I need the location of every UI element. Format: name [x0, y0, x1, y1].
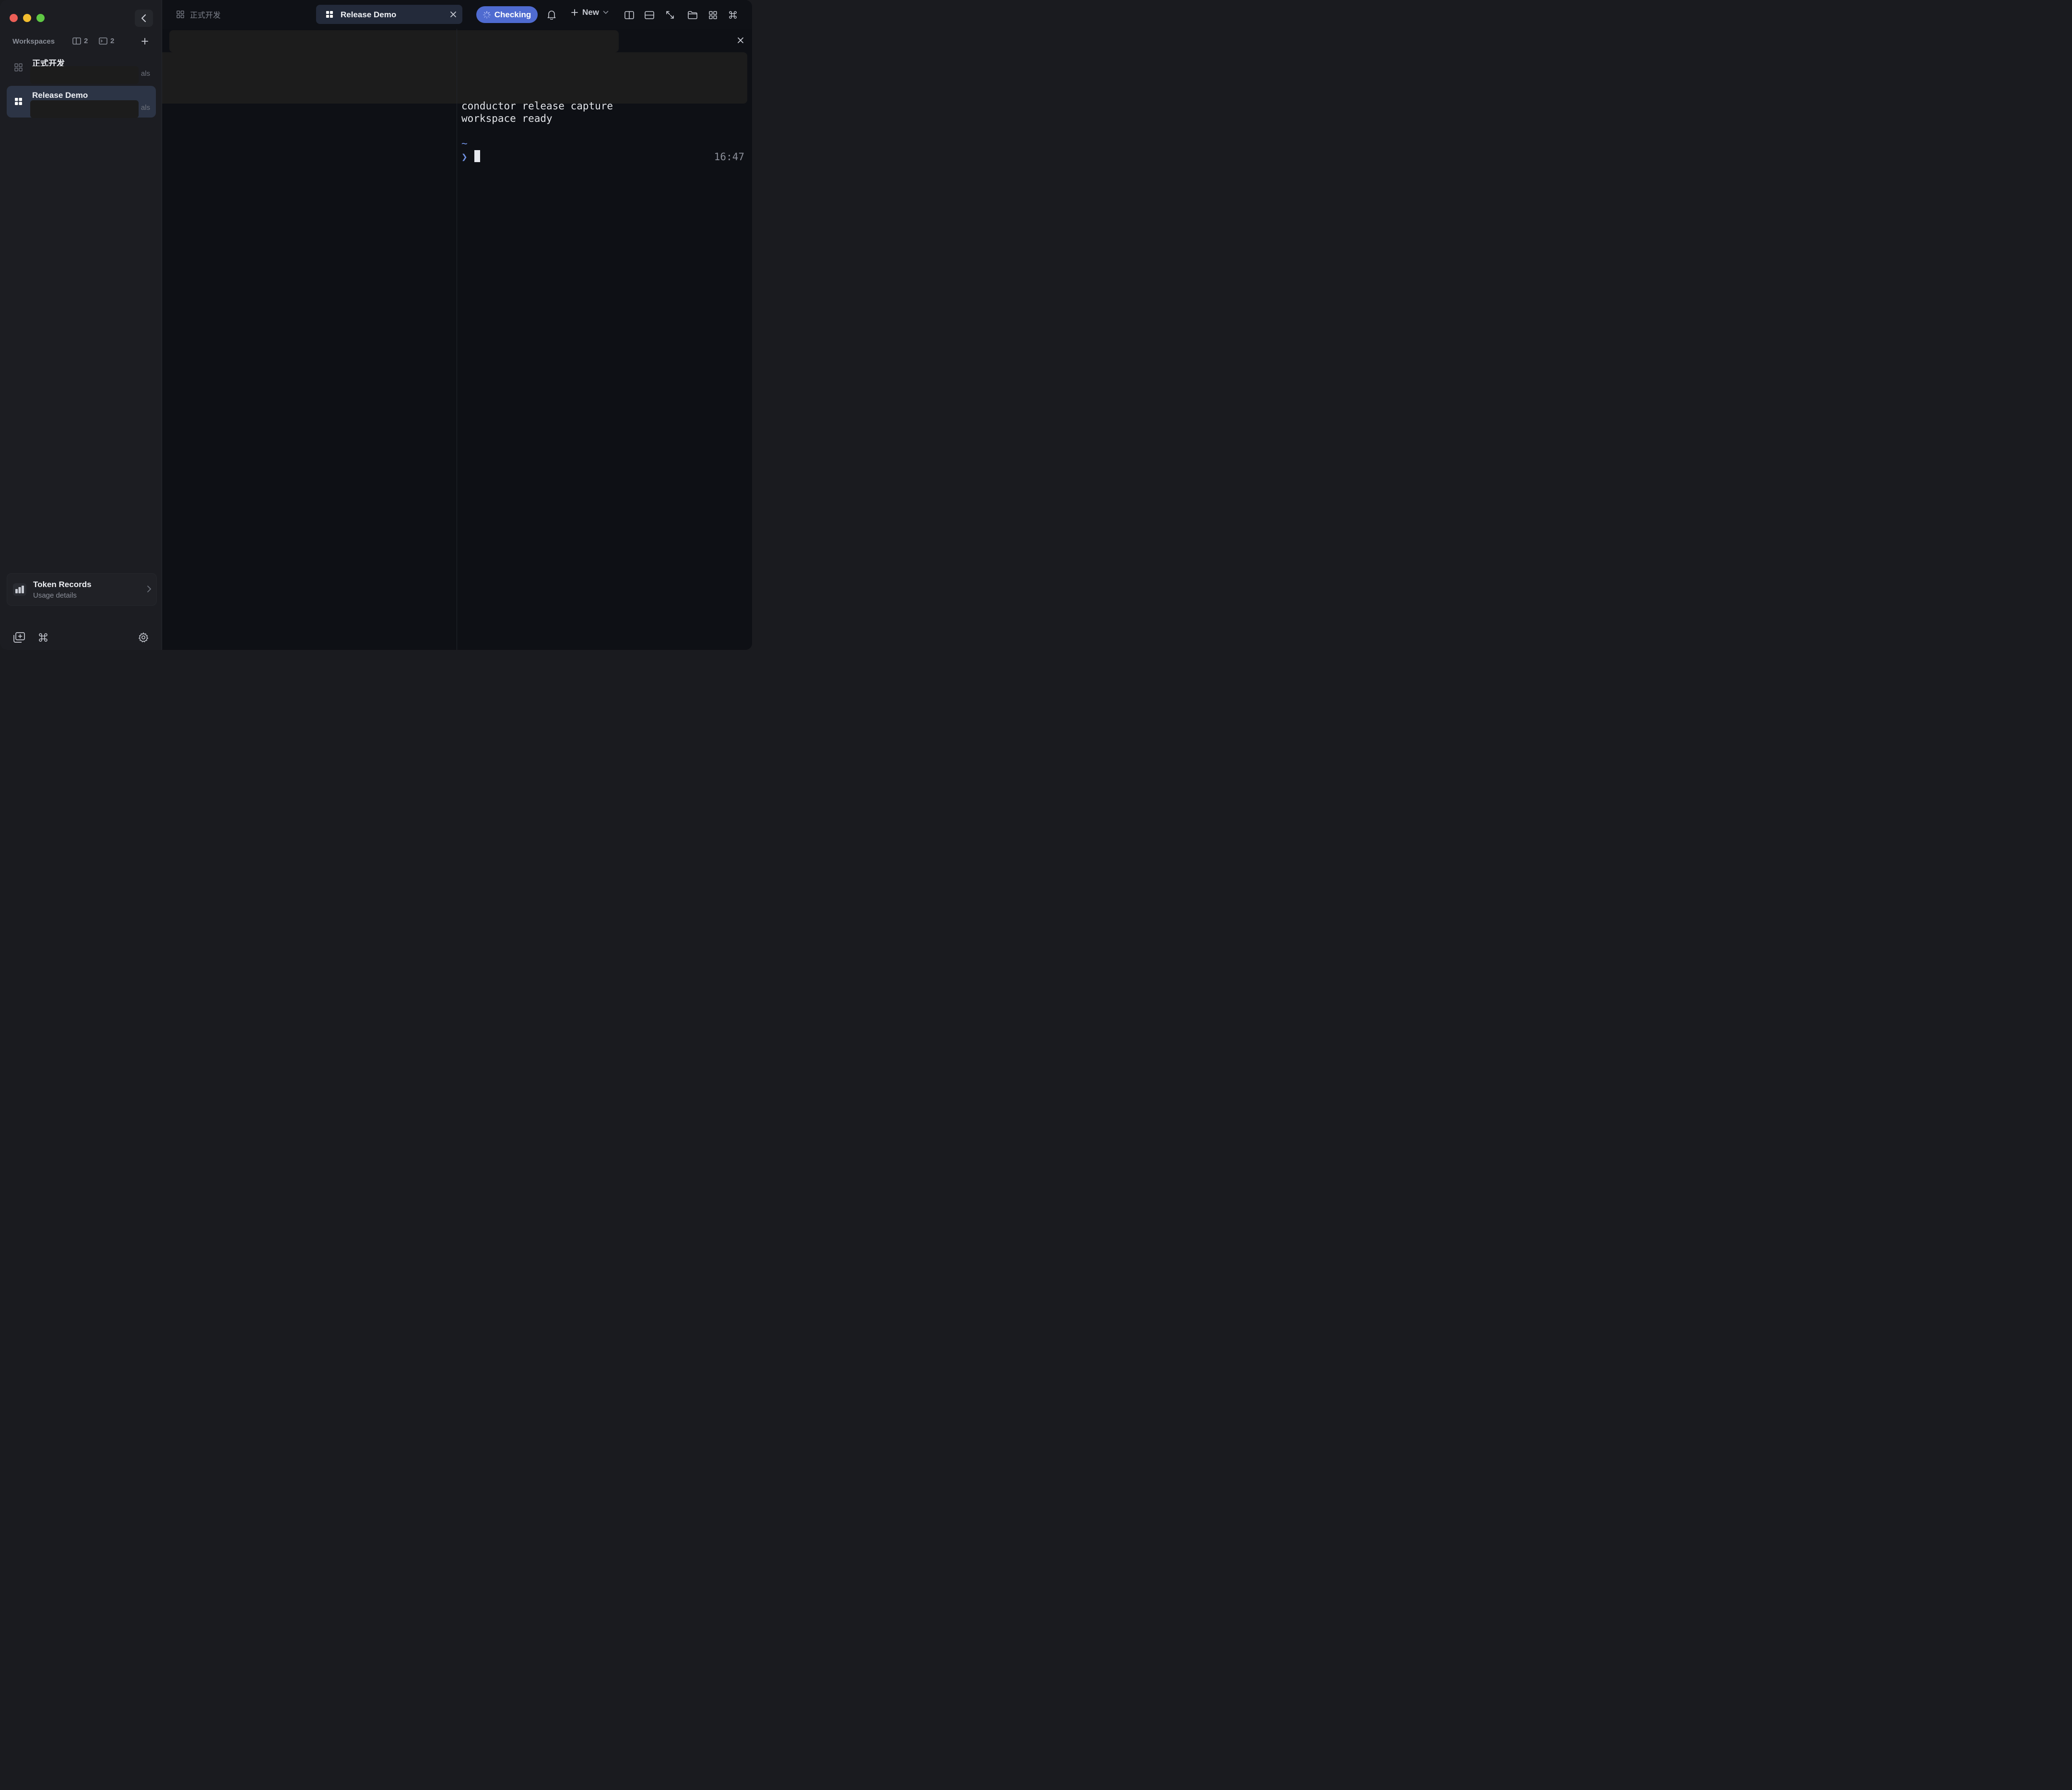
redacted-region: [162, 52, 747, 104]
settings-button[interactable]: [134, 628, 153, 647]
terminal-output-line: workspace ready: [461, 113, 553, 124]
split-count-value: 2: [84, 37, 88, 45]
split-view-icon: [72, 37, 81, 45]
grid-outline-icon: [14, 63, 23, 71]
chevron-left-icon: [141, 14, 146, 23]
status-checking-button[interactable]: Checking: [476, 6, 538, 23]
chevron-right-icon: [147, 586, 151, 592]
app-window: Workspaces 2 2 正式开发 als Release Demo als…: [0, 0, 752, 650]
split-count: 2: [72, 37, 88, 45]
top-bar: 正式开发 Release Demo Checking New: [162, 0, 752, 29]
terminal-cwd: ~: [461, 138, 468, 149]
split-vertical-icon: [624, 11, 634, 19]
workspace-meta: als: [141, 70, 150, 78]
zoom-window-button[interactable]: [36, 14, 45, 22]
collapse-sidebar-button[interactable]: [135, 10, 153, 27]
notifications-button[interactable]: [545, 9, 558, 21]
workspaces-title: Workspaces: [12, 37, 55, 46]
expand-button[interactable]: [664, 9, 676, 21]
tab-release-demo[interactable]: Release Demo: [316, 5, 462, 24]
bar-chart-icon: [13, 583, 26, 596]
new-button[interactable]: New: [571, 8, 609, 17]
terminal-cursor: [474, 150, 480, 162]
close-icon: [738, 37, 743, 43]
token-records-title: Token Records: [33, 580, 92, 589]
new-label: New: [582, 8, 599, 17]
open-folder-button[interactable]: [686, 9, 699, 21]
command-palette-button[interactable]: [34, 628, 52, 647]
workspace-name: Release Demo: [32, 91, 88, 100]
terminal-pane[interactable]: conductor release capture workspace read…: [461, 100, 744, 164]
token-records-card[interactable]: Token Records Usage details: [7, 573, 157, 606]
prompt-time: 16:47: [714, 151, 744, 163]
redacted-region: [30, 100, 139, 118]
terminal-count-value: 2: [110, 37, 115, 45]
spinner-icon: [483, 11, 491, 19]
split-horizontal-icon: [645, 11, 654, 19]
sidebar-footer: [0, 628, 162, 648]
grid-filled-icon: [15, 98, 22, 105]
sidebar: Workspaces 2 2 正式开发 als Release Demo als…: [0, 0, 162, 650]
close-tab-button[interactable]: [449, 10, 458, 19]
terminal-icon: [99, 37, 107, 45]
tab-label: Release Demo: [341, 10, 397, 19]
plus-icon: [141, 38, 148, 45]
expand-icon: [666, 11, 674, 19]
window-controls: [10, 14, 45, 22]
close-window-button[interactable]: [10, 14, 18, 22]
tab-zhengshi[interactable]: 正式开发: [177, 9, 221, 20]
prompt-symbol: ❯: [461, 151, 468, 163]
command-icon: [729, 11, 737, 19]
split-vertical-button[interactable]: [623, 9, 636, 21]
main-area: conductor release capture workspace read…: [162, 29, 752, 650]
bell-icon: [547, 11, 556, 20]
terminal-prompt-row[interactable]: ❯ 16:47: [461, 150, 744, 164]
terminal-output-line: conductor release capture: [461, 100, 613, 112]
grid-outline-icon: [177, 11, 184, 18]
redacted-region: [169, 30, 619, 52]
workspace-item-zhengshi[interactable]: 正式开发 als: [7, 52, 156, 84]
close-icon: [450, 12, 456, 17]
terminal-count: 2: [99, 37, 114, 45]
grid-filled-icon: [326, 11, 333, 18]
token-records-subtitle: Usage details: [33, 591, 77, 600]
add-workspace-button[interactable]: [140, 36, 150, 47]
grid-outline-icon: [708, 11, 717, 19]
add-window-icon: [13, 632, 25, 643]
tab-label: 正式开发: [190, 12, 221, 20]
plus-icon: [571, 9, 578, 16]
folder-icon: [688, 11, 697, 19]
gear-icon: [139, 632, 148, 643]
workspace-meta: als: [141, 104, 150, 112]
command-button[interactable]: [727, 9, 739, 21]
close-panel-button[interactable]: [736, 35, 745, 45]
split-horizontal-button[interactable]: [643, 9, 656, 21]
workspace-item-release-demo[interactable]: Release Demo als: [7, 86, 156, 118]
status-label: Checking: [494, 10, 531, 19]
workspaces-header: Workspaces 2 2: [12, 36, 152, 47]
new-window-button[interactable]: [10, 628, 28, 647]
redacted-region: [30, 66, 139, 84]
chevron-down-icon: [603, 11, 609, 14]
minimize-window-button[interactable]: [23, 14, 31, 22]
grid-view-button[interactable]: [706, 9, 719, 21]
command-icon: [39, 633, 47, 642]
